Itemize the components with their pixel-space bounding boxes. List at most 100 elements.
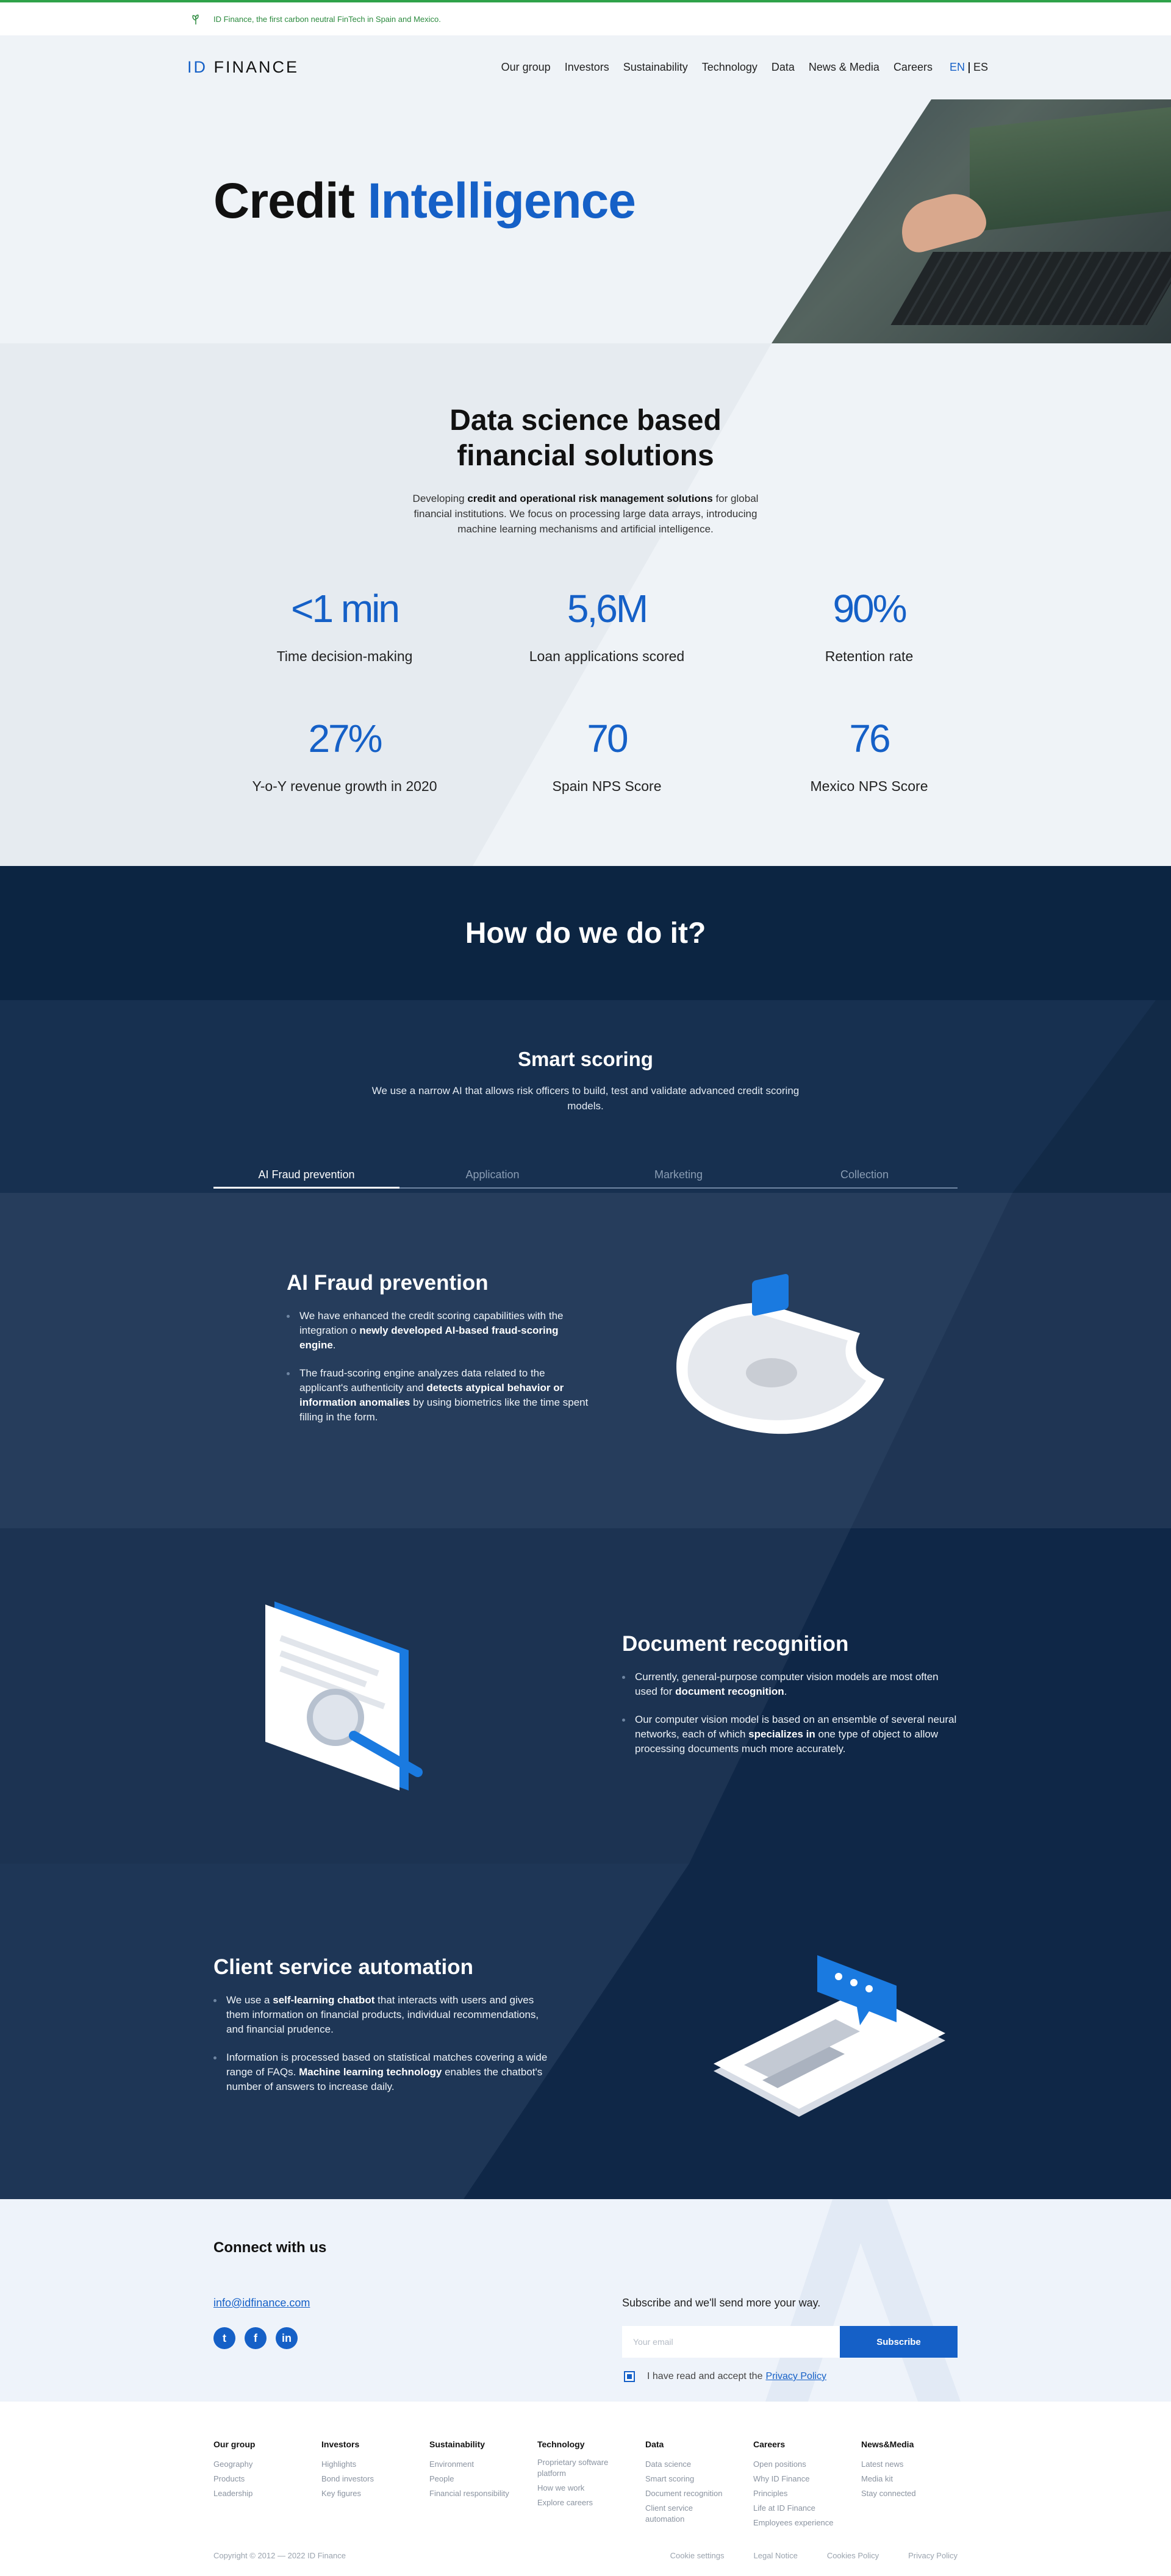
stat-label: Y-o-Y revenue growth in 2020 xyxy=(252,778,437,794)
footer-link[interactable]: Financial responsibility xyxy=(429,2486,512,2501)
nav-careers[interactable]: Careers xyxy=(893,61,933,74)
footer-link[interactable]: Products xyxy=(213,2472,296,2486)
nav-our-group[interactable]: Our group xyxy=(501,61,551,74)
stat-label: Retention rate xyxy=(825,648,914,664)
footer-column-sustainability: Sustainability Environment People Financ… xyxy=(429,2439,537,2530)
client-list: We use a self-learning chatbot that inte… xyxy=(213,1993,555,2094)
footer-column-data: Data Data science Smart scoring Document… xyxy=(645,2439,753,2530)
footer-column-news-media: News&Media Latest news Media kit Stay co… xyxy=(861,2439,969,2530)
nav-sustainability[interactable]: Sustainability xyxy=(623,61,688,74)
lang-es[interactable]: ES xyxy=(973,61,988,74)
stat-label: Mexico NPS Score xyxy=(810,778,928,794)
footer-column-title[interactable]: Our group xyxy=(213,2439,321,2449)
email-input[interactable] xyxy=(622,2326,840,2358)
footer-link[interactable]: Geography xyxy=(213,2457,296,2472)
footer-columns: Our group Geography Products Leadership … xyxy=(213,2439,969,2530)
footer-link[interactable]: Latest news xyxy=(861,2457,944,2472)
linkedin-icon[interactable]: in xyxy=(276,2327,298,2349)
connect-section: Connect with us info@idfinance.com t f i… xyxy=(0,2199,1171,2402)
footer-column-title[interactable]: Data xyxy=(645,2439,753,2449)
shield-lock-illustration xyxy=(676,1273,884,1434)
subscribe-title: Subscribe and we'll send more your way. xyxy=(622,2297,821,2309)
footer-link[interactable]: Open positions xyxy=(753,2457,836,2472)
footer-link[interactable]: Employees experience xyxy=(753,2516,836,2530)
page: ID Finance, the first carbon neutral Fin… xyxy=(0,0,1171,2572)
nav-data[interactable]: Data xyxy=(772,61,795,74)
footer-column-title[interactable]: Technology xyxy=(537,2439,645,2449)
footer-link[interactable]: Proprietary software platform xyxy=(537,2457,620,2479)
twitter-icon[interactable]: t xyxy=(213,2327,235,2349)
hero-section: Credit Intelligence xyxy=(0,99,1171,343)
lang-en[interactable]: EN xyxy=(950,61,965,74)
stat-label: Time decision-making xyxy=(276,648,413,664)
tab-collection[interactable]: Collection xyxy=(772,1168,958,1187)
stat-label: Spain NPS Score xyxy=(552,778,662,794)
stat-value: 27% xyxy=(308,717,382,760)
footer-column-title[interactable]: Sustainability xyxy=(429,2439,537,2449)
footer-link[interactable]: Media kit xyxy=(861,2472,944,2486)
banner-text: ID Finance, the first carbon neutral Fin… xyxy=(213,14,441,24)
nav-investors[interactable]: Investors xyxy=(565,61,609,74)
footer-column-title[interactable]: News&Media xyxy=(861,2439,969,2449)
nav-news-media[interactable]: News & Media xyxy=(809,61,879,74)
lang-separator xyxy=(968,62,970,73)
footer-link[interactable]: Highlights xyxy=(321,2457,404,2472)
leaf-icon xyxy=(192,14,199,25)
legal-links: Cookie settings Legal Notice Cookies Pol… xyxy=(641,2551,958,2560)
consent-checkbox[interactable] xyxy=(624,2371,635,2382)
docs-heading: Document recognition xyxy=(622,1632,849,1656)
footer-column-title[interactable]: Investors xyxy=(321,2439,429,2449)
logo[interactable]: ID FINANCE xyxy=(187,58,299,77)
footer-link[interactable]: Why ID Finance xyxy=(753,2472,836,2486)
footer-column-title[interactable]: Careers xyxy=(753,2439,861,2449)
smart-scoring-section: Smart scoring We use a narrow AI that al… xyxy=(0,1000,1171,1193)
nav-technology[interactable]: Technology xyxy=(702,61,757,74)
tab-ai-fraud-prevention[interactable]: AI Fraud prevention xyxy=(213,1168,399,1189)
smart-scoring-heading: Smart scoring xyxy=(518,1048,653,1070)
footer-link[interactable]: Leadership xyxy=(213,2486,296,2501)
privacy-consent: I have read and accept the Privacy Polic… xyxy=(624,2371,826,2382)
list-item: Currently, general-purpose computer visi… xyxy=(622,1670,964,1699)
announcement-banner[interactable]: ID Finance, the first carbon neutral Fin… xyxy=(0,2,1171,35)
tab-marketing[interactable]: Marketing xyxy=(586,1168,772,1187)
how-heading: How do we do it? xyxy=(465,917,706,950)
footer-link[interactable]: How we work xyxy=(537,2481,620,2496)
footer-link[interactable]: Stay connected xyxy=(861,2486,944,2501)
facebook-icon[interactable]: f xyxy=(245,2327,267,2349)
footer-link[interactable]: Principles xyxy=(753,2486,836,2501)
privacy-policy-link[interactable]: Privacy Policy xyxy=(765,2371,826,2382)
footer-link[interactable]: Life at ID Finance xyxy=(753,2501,836,2516)
stat-item: 76 Mexico NPS Score xyxy=(738,712,1000,842)
stat-item: 27% Y-o-Y revenue growth in 2020 xyxy=(213,712,476,842)
cookies-policy-link[interactable]: Cookies Policy xyxy=(827,2551,879,2560)
footer-column-investors: Investors Highlights Bond investors Key … xyxy=(321,2439,429,2530)
site-footer: Our group Geography Products Leadership … xyxy=(0,2402,1171,2572)
stat-item: 5,6M Loan applications scored xyxy=(476,582,738,712)
footer-link[interactable]: Client service automation xyxy=(645,2503,728,2525)
footer-column-technology: Technology Proprietary software platform… xyxy=(537,2439,645,2530)
cookie-settings-link[interactable]: Cookie settings xyxy=(670,2551,725,2560)
client-automation-block: Client service automation We use a self-… xyxy=(0,1864,1171,2199)
footer-link[interactable]: Key figures xyxy=(321,2486,404,2501)
list-item: Information is processed based on statis… xyxy=(213,2050,555,2094)
footer-link[interactable]: Data science xyxy=(645,2457,728,2472)
stat-value: 76 xyxy=(849,717,890,760)
footer-link[interactable]: Environment xyxy=(429,2457,512,2472)
footer-link[interactable]: Bond investors xyxy=(321,2472,404,2486)
contact-email-link[interactable]: info@idfinance.com xyxy=(213,2297,310,2309)
docs-list: Currently, general-purpose computer visi… xyxy=(622,1670,964,1756)
footer-link[interactable]: Smart scoring xyxy=(645,2472,728,2486)
privacy-policy-footer-link[interactable]: Privacy Policy xyxy=(908,2551,958,2560)
footer-link[interactable]: Document recognition xyxy=(645,2486,728,2501)
legal-notice-link[interactable]: Legal Notice xyxy=(754,2551,798,2560)
stats-lead: Developing credit and operational risk m… xyxy=(412,493,759,535)
tab-application[interactable]: Application xyxy=(399,1168,586,1187)
chatbot-phone-illustration xyxy=(714,1955,945,2117)
fraud-list: We have enhanced the credit scoring capa… xyxy=(287,1309,592,1425)
footer-link[interactable]: Explore careers xyxy=(537,2496,620,2510)
subscribe-button[interactable]: Subscribe xyxy=(840,2326,958,2358)
footer-link[interactable]: People xyxy=(429,2472,512,2486)
stats-grid: <1 min Time decision-making 5,6M Loan appl… xyxy=(213,582,1000,842)
list-item: We have enhanced the credit scoring capa… xyxy=(287,1309,592,1353)
scoring-tabs: AI Fraud prevention Application Marketin… xyxy=(213,1168,958,1189)
